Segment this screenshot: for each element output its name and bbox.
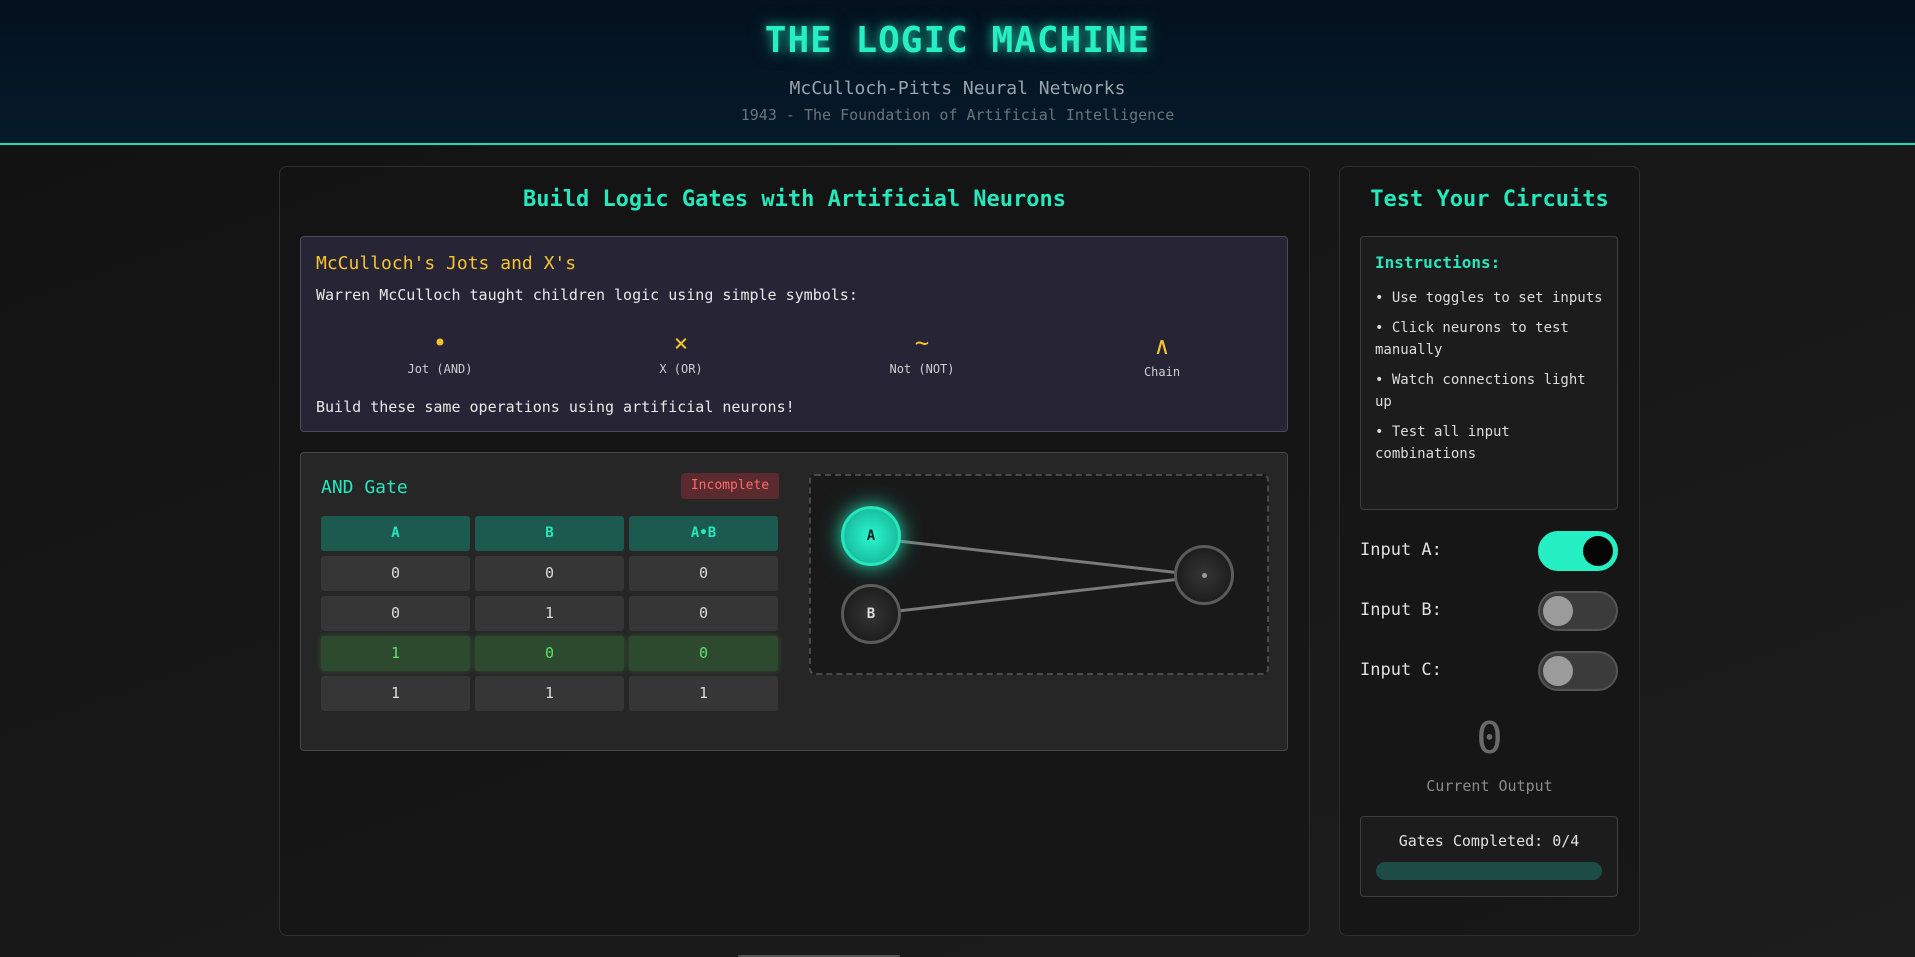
- instruction-item: • Click neurons to test manually: [1375, 320, 1569, 358]
- input-a-toggle[interactable]: [1538, 531, 1618, 571]
- symbol-label: Chain: [1143, 365, 1181, 379]
- table-cell: 0: [321, 556, 470, 591]
- toggle-knob: [1583, 536, 1613, 566]
- symbol-label: X (OR): [659, 362, 703, 376]
- neuron-output[interactable]: [1174, 545, 1234, 605]
- neuron-input-b[interactable]: B: [841, 584, 901, 644]
- and-gate-card: AND Gate Incomplete A B A•B 0 0 0 0 1 0 …: [300, 452, 1288, 751]
- input-a-label: Input A:: [1360, 540, 1442, 560]
- input-a-row: Input A:: [1360, 531, 1618, 571]
- table-cell: 1: [475, 596, 624, 631]
- input-b-row: Input B:: [1360, 591, 1618, 631]
- symbol-label: Not (NOT): [889, 362, 955, 376]
- threshold-dot: [1202, 573, 1207, 578]
- current-output-label: Current Output: [1426, 777, 1553, 795]
- test-panel: Test Your Circuits Instructions: • Use t…: [1339, 166, 1640, 936]
- instructions-list: • Use toggles to set inputs • Click neur…: [1375, 287, 1607, 473]
- table-cell: 1: [321, 676, 470, 711]
- instruction-item: • Test all input combinations: [1375, 424, 1510, 462]
- column-header: A: [321, 516, 470, 551]
- table-row: 0 1 0: [321, 596, 779, 631]
- symbol-jot: • Jot (AND): [360, 328, 520, 376]
- tilde-icon: ~: [914, 329, 930, 357]
- instructions-box: Instructions: • Use toggles to set input…: [1360, 236, 1618, 510]
- app-subtitle: McCulloch-Pitts Neural Networks: [789, 78, 1126, 99]
- input-c-row: Input C:: [1360, 651, 1618, 691]
- status-badge: Incomplete: [681, 473, 779, 499]
- info-description: Warren McCulloch taught children logic u…: [316, 286, 858, 304]
- instruction-item: • Watch connections light up: [1375, 372, 1586, 410]
- connection-a-out: [870, 536, 1208, 578]
- table-cell: 0: [629, 636, 778, 671]
- app-header: THE LOGIC MACHINE McCulloch-Pitts Neural…: [0, 0, 1915, 145]
- table-row: 0 0 0: [321, 556, 779, 591]
- table-row: 1 1 1: [321, 676, 779, 711]
- connection-b-out: [870, 574, 1208, 616]
- input-c-toggle[interactable]: [1538, 651, 1618, 691]
- table-cell: 0: [475, 556, 624, 591]
- input-b-toggle[interactable]: [1538, 591, 1618, 631]
- table-cell: 0: [629, 596, 778, 631]
- table-cell: 1: [475, 676, 624, 711]
- x-icon: ×: [673, 329, 689, 357]
- progress-text: Gates Completed: 0/4: [1398, 832, 1580, 850]
- neuron-input-a[interactable]: A: [841, 506, 901, 566]
- info-footer: Build these same operations using artifi…: [316, 398, 795, 416]
- gate-builder-panel: Build Logic Gates with Artificial Neuron…: [279, 166, 1310, 936]
- chain-icon: ∧: [1154, 332, 1170, 360]
- app-tagline: 1943 - The Foundation of Artificial Inte…: [740, 106, 1175, 124]
- symbol-chain: ∧ Chain: [1082, 331, 1242, 379]
- input-c-label: Input C:: [1360, 660, 1442, 680]
- app-title: THE LOGIC MACHINE: [764, 20, 1151, 61]
- column-header: B: [475, 516, 624, 551]
- toggle-knob: [1543, 596, 1573, 626]
- test-heading: Test Your Circuits: [1370, 187, 1609, 212]
- table-cell: 1: [629, 676, 778, 711]
- current-output-value: 0: [1476, 713, 1503, 764]
- table-row-highlighted: 1 0 0: [321, 636, 779, 671]
- jots-info-box: McCulloch's Jots and X's Warren McCulloc…: [300, 236, 1288, 432]
- progress-box: Gates Completed: 0/4: [1360, 816, 1618, 897]
- column-header: A•B: [629, 516, 778, 551]
- truth-table: A B A•B 0 0 0 0 1 0 1 0 0 1 1 1: [321, 516, 779, 716]
- builder-heading: Build Logic Gates with Artificial Neuron…: [522, 187, 1067, 212]
- symbol-not: ~ Not (NOT): [842, 328, 1002, 376]
- instructions-title: Instructions:: [1375, 253, 1501, 272]
- symbol-label: Jot (AND): [407, 362, 473, 376]
- truth-table-header: A B A•B: [321, 516, 779, 551]
- instruction-item: • Use toggles to set inputs: [1375, 290, 1603, 306]
- jot-icon: •: [432, 329, 448, 357]
- info-title: McCulloch's Jots and X's: [316, 253, 577, 274]
- toggle-knob: [1543, 656, 1573, 686]
- input-b-label: Input B:: [1360, 600, 1442, 620]
- table-cell: 0: [321, 596, 470, 631]
- neuron-canvas[interactable]: A B: [809, 474, 1269, 675]
- table-cell: 0: [629, 556, 778, 591]
- symbol-x: × X (OR): [601, 328, 761, 376]
- progress-bar: [1376, 862, 1602, 880]
- table-cell: 1: [321, 636, 470, 671]
- table-cell: 0: [475, 636, 624, 671]
- gate-name: AND Gate: [321, 477, 408, 498]
